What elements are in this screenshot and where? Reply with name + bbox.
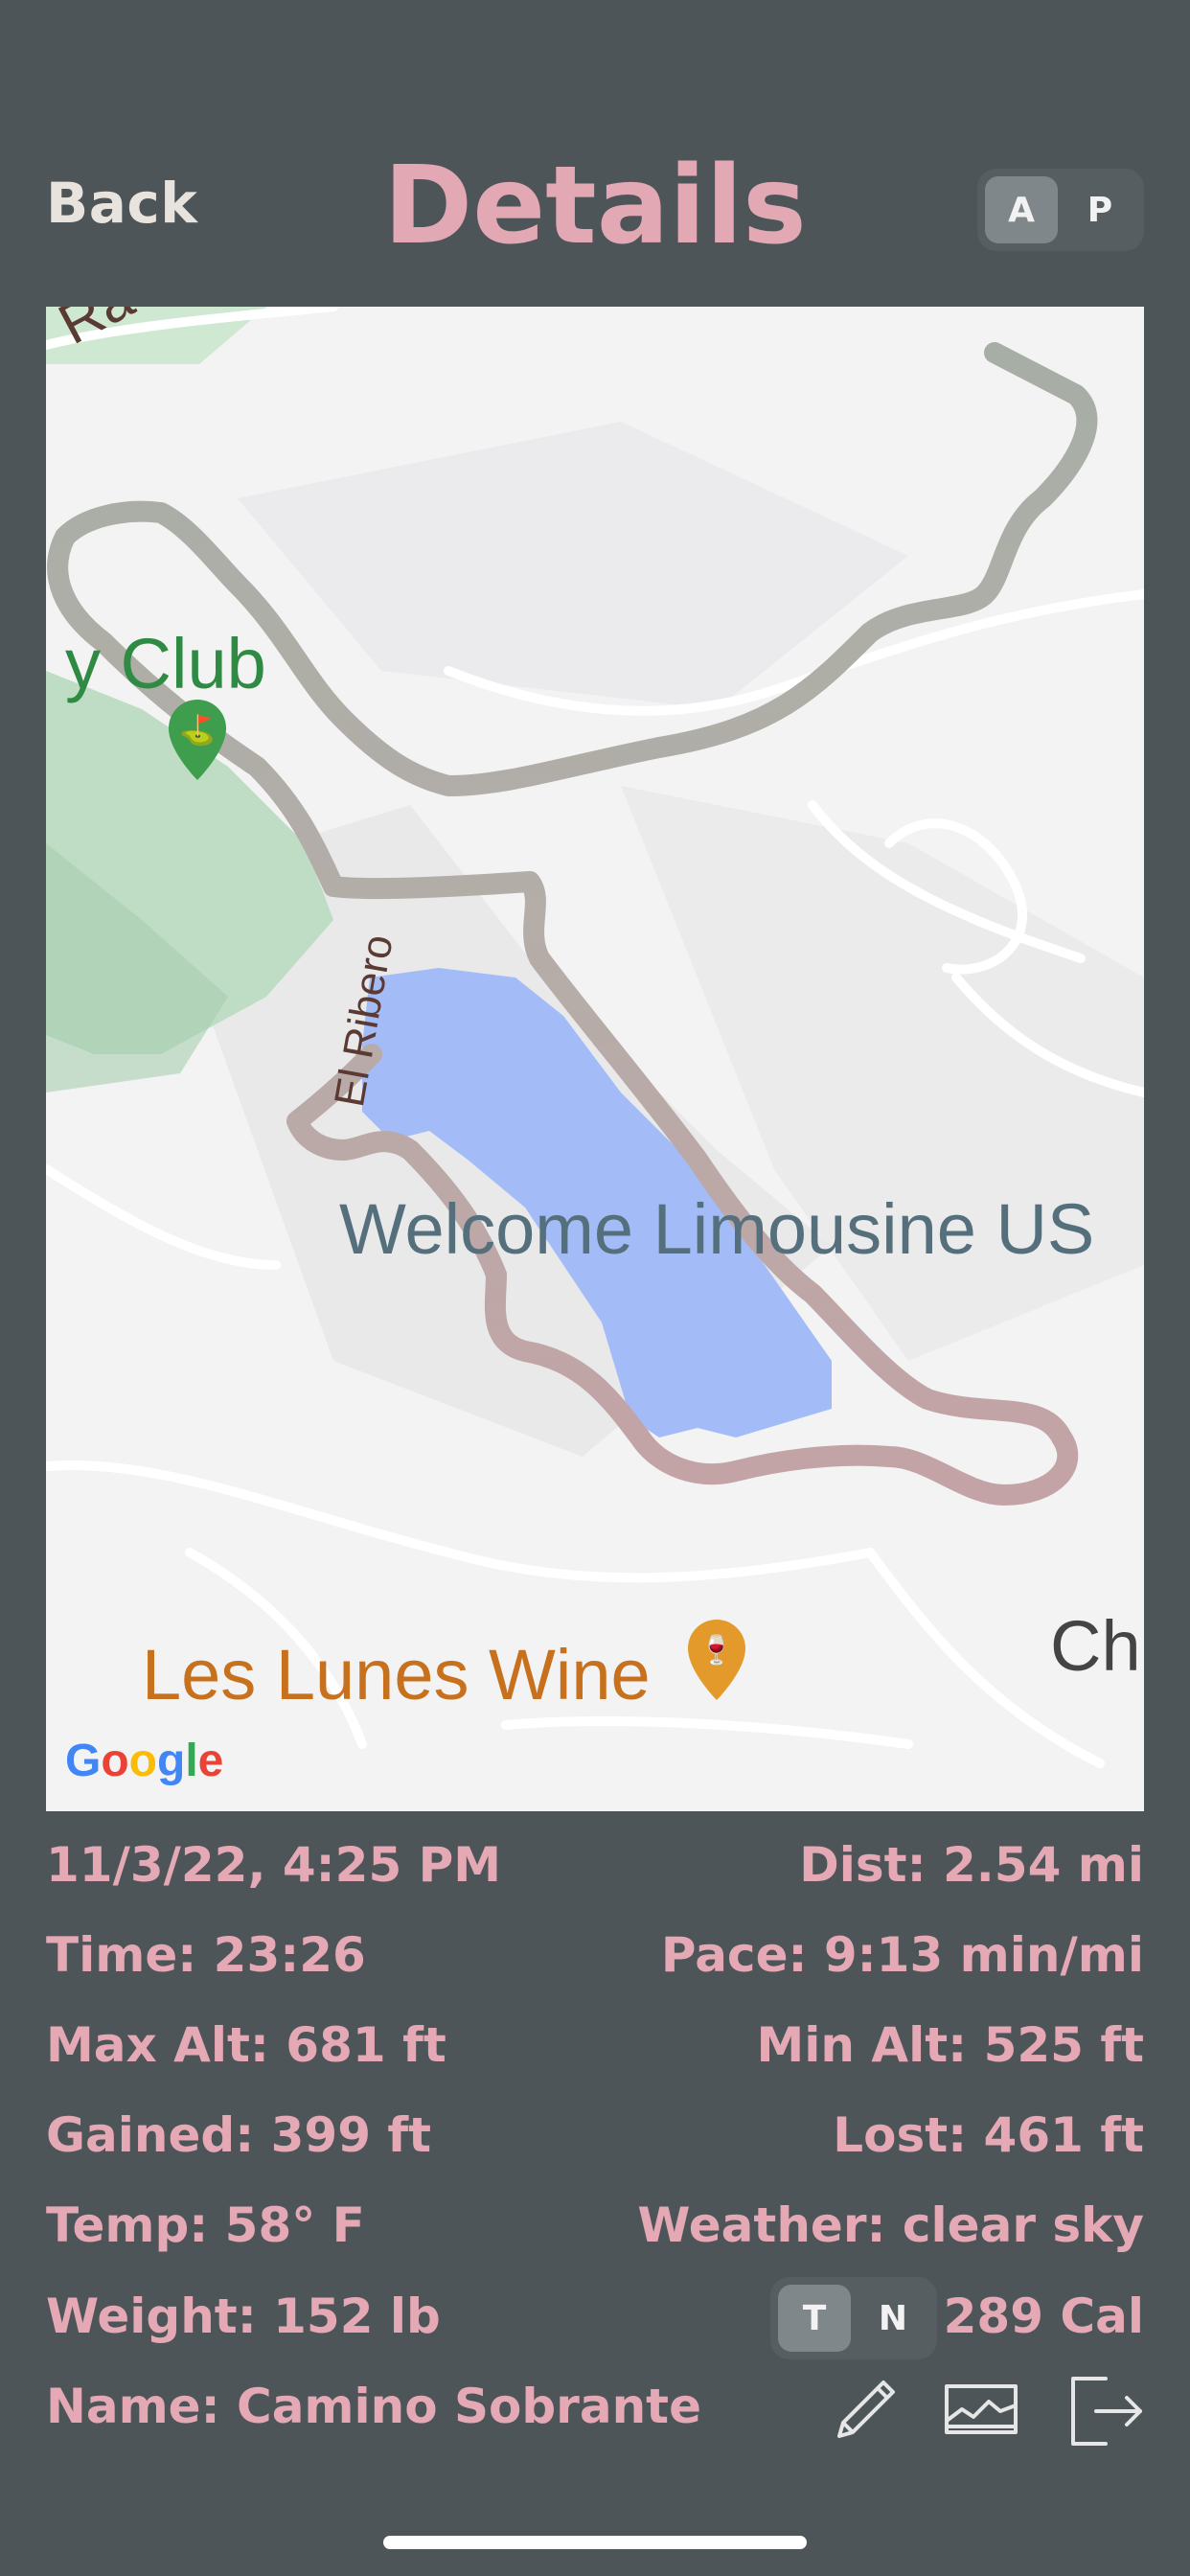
svg-text:🍷: 🍷	[698, 1633, 734, 1668]
duration-value: Time: 23:26	[46, 1927, 366, 1983]
pencil-icon[interactable]	[830, 2375, 901, 2450]
map-canvas: ⛳ 🍷	[46, 307, 1144, 1811]
elevation-gained-value: Gained: 399 ft	[46, 2107, 432, 2163]
elevation-chart-icon[interactable]	[943, 2382, 1019, 2440]
export-icon[interactable]	[1067, 2373, 1144, 2453]
google-logo: Google	[65, 1736, 224, 1786]
calorie-mode-segmented-control: T N	[770, 2277, 937, 2359]
activity-date: 11/3/22, 4:25 PM	[46, 1837, 502, 1893]
activity-name: Name: Camino Sobrante	[46, 2379, 701, 2434]
weather-value: Weather: clear sky	[637, 2197, 1144, 2253]
calorie-option-n[interactable]: N	[857, 2285, 929, 2352]
map-label-les-lunes-wine: Les Lunes Wine	[142, 1635, 651, 1714]
mode-segmented-control: A P	[977, 169, 1144, 251]
mode-option-p[interactable]: P	[1064, 176, 1136, 243]
temperature-value: Temp: 58° F	[46, 2197, 365, 2253]
header: Back Details A P	[0, 134, 1190, 278]
calories-value: 289 Cal	[943, 2288, 1144, 2344]
route-map[interactable]: ⛳ 🍷 Ra y Club El Ribero Welcome Limousin…	[46, 307, 1144, 1811]
calorie-option-t[interactable]: T	[778, 2285, 851, 2352]
elevation-lost-value: Lost: 461 ft	[833, 2107, 1144, 2163]
pace-value: Pace: 9:13 min/mi	[660, 1927, 1144, 1983]
map-label-welcome-limousine: Welcome Limousine US	[339, 1189, 1095, 1269]
map-label-ch: Ch	[1050, 1606, 1141, 1686]
distance-value: Dist: 2.54 mi	[799, 1837, 1144, 1893]
min-altitude-value: Min Alt: 525 ft	[756, 2017, 1144, 2073]
mode-option-a[interactable]: A	[985, 176, 1058, 243]
max-altitude-value: Max Alt: 681 ft	[46, 2017, 446, 2073]
svg-text:⛳: ⛳	[179, 713, 215, 748]
home-indicator[interactable]	[383, 2536, 807, 2549]
weight-value: Weight: 152 lb	[46, 2288, 441, 2344]
map-label-club: y Club	[65, 624, 266, 703]
